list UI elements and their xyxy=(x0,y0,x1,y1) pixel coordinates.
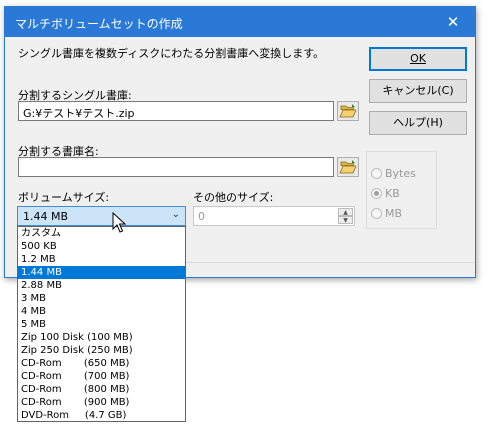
volume-size-selected: 1.44 MB xyxy=(23,210,69,223)
mouse-pointer-icon xyxy=(112,212,127,233)
spinner-arrows[interactable]: ▲ ▼ xyxy=(338,208,353,224)
ok-button[interactable]: OK xyxy=(369,47,467,71)
dropdown-option[interactable]: 4 MB xyxy=(18,305,185,318)
dropdown-option[interactable]: 1.44 MB xyxy=(18,266,185,279)
browse-source-button[interactable] xyxy=(337,101,359,121)
radio-selected-icon xyxy=(371,188,382,199)
ok-button-label: OK xyxy=(410,52,426,65)
unit-radio-mb-label: MB xyxy=(385,207,403,220)
dropdown-option[interactable]: カスタム xyxy=(18,227,185,240)
dialog-bottom-divider xyxy=(186,262,474,263)
volume-size-combobox[interactable]: 1.44 MB ⌄ xyxy=(17,206,186,226)
source-archive-input[interactable]: G:¥テスト¥テスト.zip xyxy=(18,101,334,121)
dropdown-option[interactable]: 5 MB xyxy=(18,318,185,331)
unit-radio-bytes[interactable]: Bytes xyxy=(371,167,416,180)
dropdown-option[interactable]: Zip 100 Disk (100 MB) xyxy=(18,331,185,344)
target-archive-input[interactable] xyxy=(18,157,334,177)
other-size-label: その他のサイズ: xyxy=(193,191,274,204)
spin-up-icon[interactable]: ▲ xyxy=(338,208,353,216)
dropdown-option[interactable]: 1.2 MB xyxy=(18,253,185,266)
help-button[interactable]: ヘルプ(H) xyxy=(369,111,467,135)
cancel-button-label: キャンセル(C) xyxy=(382,84,454,97)
dropdown-option[interactable]: CD-Rom (900 MB) xyxy=(18,396,185,409)
folder-open-icon xyxy=(339,160,357,174)
unit-radio-bytes-label: Bytes xyxy=(385,167,416,180)
cancel-button[interactable]: キャンセル(C) xyxy=(369,79,467,103)
dropdown-option[interactable]: 3 MB xyxy=(18,292,185,305)
unit-radio-kb[interactable]: KB xyxy=(371,187,400,200)
unit-radio-kb-label: KB xyxy=(385,187,400,200)
volume-size-dropdown-list[interactable]: カスタム 500 KB 1.2 MB 1.44 MB 2.88 MB 3 MB 4 MB 5 … xyxy=(17,226,186,422)
dropdown-option[interactable]: CD-Rom (800 MB) xyxy=(18,383,185,396)
folder-open-icon xyxy=(339,104,357,118)
browse-target-button[interactable] xyxy=(337,157,359,177)
volume-size-label: ボリュームサイズ: xyxy=(18,191,110,204)
instruction-text: シングル書庫を複数ディスクにわたる分割書庫へ変換します。 xyxy=(18,47,325,60)
other-size-value: 0 xyxy=(198,210,205,223)
dropdown-option[interactable]: CD-Rom (650 MB) xyxy=(18,357,185,370)
dropdown-option[interactable]: Zip 250 Disk (250 MB) xyxy=(18,344,185,357)
close-button[interactable]: ✕ xyxy=(431,7,475,37)
unit-radio-mb[interactable]: MB xyxy=(371,207,402,220)
help-button-label: ヘルプ(H) xyxy=(393,116,443,129)
dropdown-option[interactable]: 500 KB xyxy=(18,240,185,253)
window-title: マルチボリュームセットの作成 xyxy=(15,17,183,31)
spin-down-icon[interactable]: ▼ xyxy=(338,216,353,224)
chevron-down-icon: ⌄ xyxy=(171,209,180,220)
radio-circle-icon xyxy=(371,208,382,219)
other-size-spinner[interactable]: 0 ▲ ▼ xyxy=(193,206,355,226)
radio-circle-icon xyxy=(371,168,382,179)
dropdown-option[interactable]: 2.88 MB xyxy=(18,279,185,292)
title-bar[interactable]: マルチボリュームセットの作成 ✕ xyxy=(5,7,475,37)
dropdown-option[interactable]: CD-Rom (700 MB) xyxy=(18,370,185,383)
dropdown-option[interactable]: DVD-Rom (4.7 GB) xyxy=(18,409,185,422)
